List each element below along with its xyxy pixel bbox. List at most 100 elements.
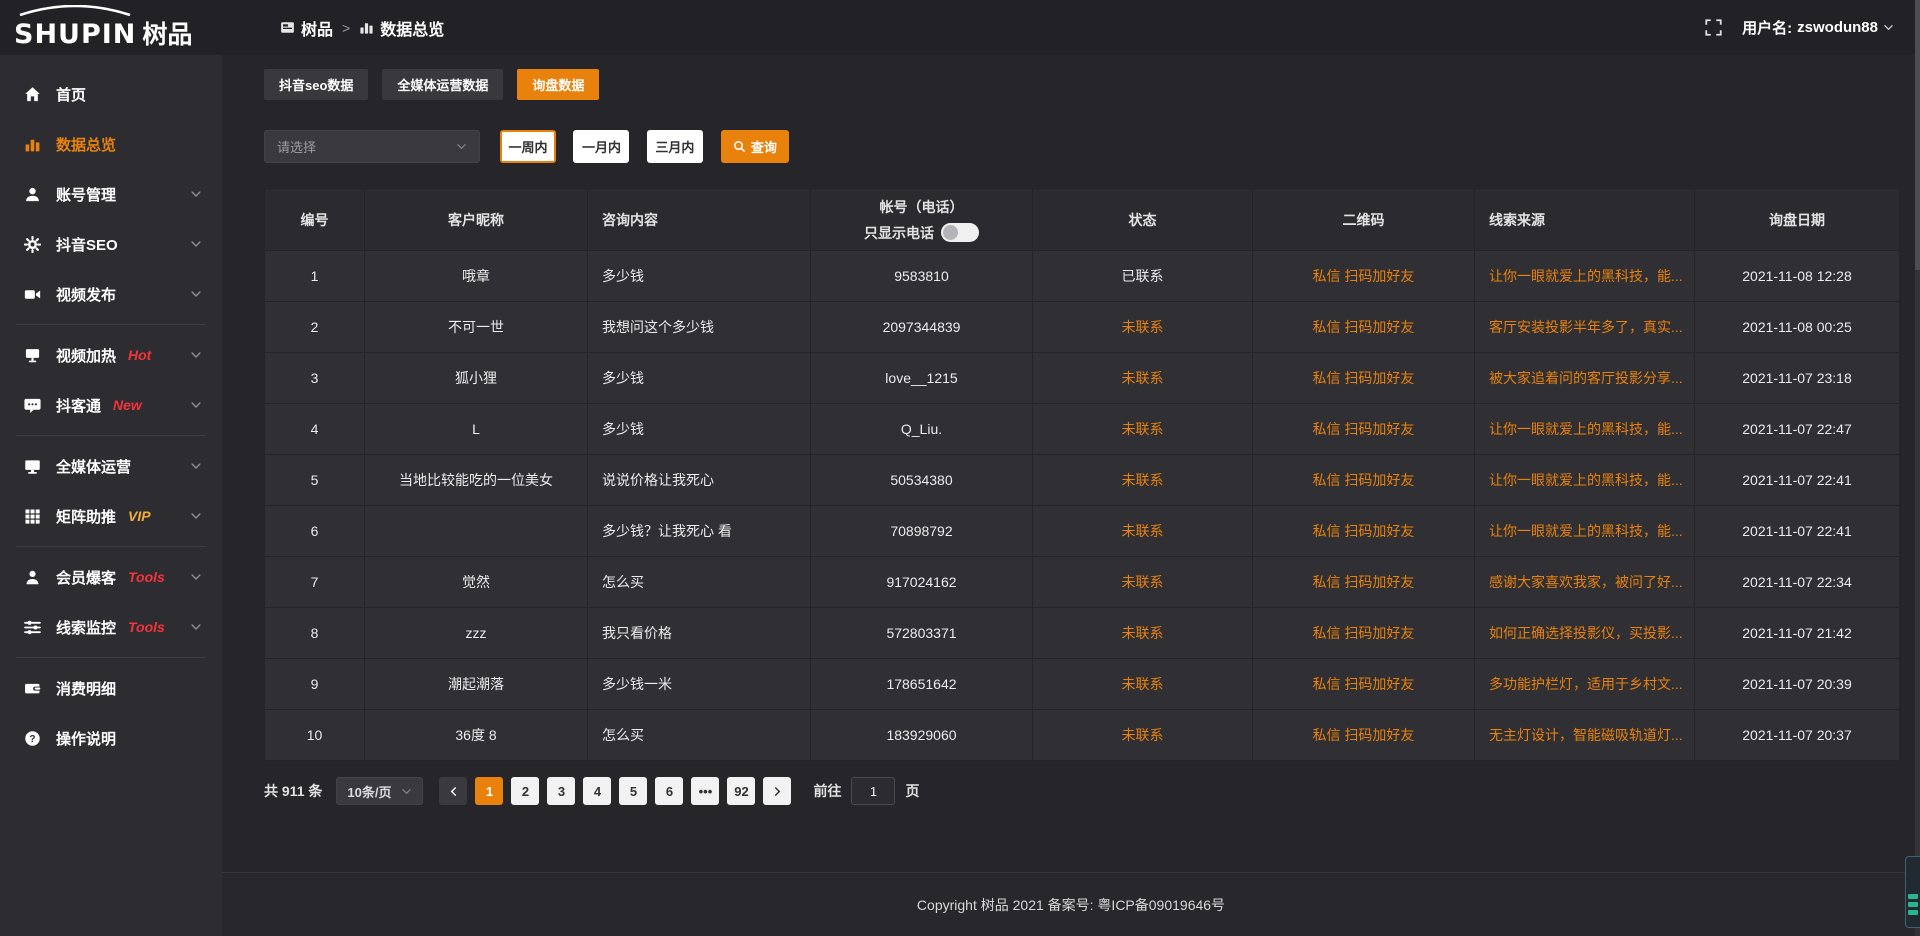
sidebar-item[interactable]: 抖音SEO bbox=[0, 219, 222, 269]
sidebar-item-badge: Tools bbox=[128, 619, 165, 635]
sidebar-item[interactable]: 数据总览 bbox=[0, 119, 222, 169]
member-icon bbox=[24, 569, 41, 586]
cell-status: 未联系 bbox=[1033, 404, 1253, 455]
sidebar-item[interactable]: 会员爆客 Tools bbox=[0, 552, 222, 602]
sidebar-divider bbox=[16, 324, 206, 325]
cell-content: 怎么买 bbox=[588, 557, 811, 608]
cell-content: 怎么买 bbox=[588, 710, 811, 761]
page-button[interactable]: 3 bbox=[547, 777, 575, 805]
app-root: SHUPIN 树品 首页 数据总览 bbox=[0, 0, 1920, 936]
filter-select[interactable]: 请选择 bbox=[264, 130, 480, 163]
qrcode-link[interactable]: 私信 扫码加好友 bbox=[1313, 421, 1415, 437]
source-link[interactable]: 如何正确选择投影仪，买投影... bbox=[1489, 625, 1683, 641]
source-link[interactable]: 让你一眼就爱上的黑科技，能... bbox=[1489, 523, 1683, 539]
date-range-button[interactable]: 一月内 bbox=[573, 130, 629, 163]
qrcode-link[interactable]: 私信 扫码加好友 bbox=[1313, 625, 1415, 641]
source-link[interactable]: 多功能护栏灯，适用于乡村文... bbox=[1489, 676, 1683, 692]
floating-widget[interactable] bbox=[1905, 856, 1920, 928]
qrcode-link[interactable]: 私信 扫码加好友 bbox=[1313, 268, 1415, 284]
source-link[interactable]: 客厅安装投影半年多了，真实... bbox=[1489, 319, 1683, 335]
cell-account: 9583810 bbox=[811, 251, 1033, 302]
user-menu[interactable]: 用户名: zswodun88 bbox=[1742, 17, 1894, 38]
sidebar-item-badge: New bbox=[113, 397, 142, 413]
chevron-down-icon bbox=[1883, 22, 1894, 33]
chevron-right-icon bbox=[772, 786, 783, 797]
qrcode-link[interactable]: 私信 扫码加好友 bbox=[1313, 370, 1415, 386]
goto-suffix: 页 bbox=[905, 781, 919, 801]
qrcode-link[interactable]: 私信 扫码加好友 bbox=[1313, 472, 1415, 488]
cell-nickname: 潮起潮落 bbox=[365, 659, 588, 710]
qrcode-link[interactable]: 私信 扫码加好友 bbox=[1313, 574, 1415, 590]
sidebar-item[interactable]: 抖客通 New bbox=[0, 380, 222, 430]
page-button[interactable]: 4 bbox=[583, 777, 611, 805]
wallet-icon bbox=[24, 680, 41, 697]
goto-page-input[interactable] bbox=[851, 777, 895, 805]
page-size-select[interactable]: 10条/页 bbox=[336, 777, 423, 805]
search-icon bbox=[733, 140, 746, 153]
monitor-icon bbox=[24, 458, 41, 475]
sidebar-item[interactable]: 线索监控 Tools bbox=[0, 602, 222, 652]
footer: Copyright 树品 2021 备案号: 粤ICP备09019646号 bbox=[222, 872, 1920, 936]
cell-status: 未联系 bbox=[1033, 506, 1253, 557]
date-range-button[interactable]: 一周内 bbox=[500, 130, 556, 163]
tab-button[interactable]: 抖音seo数据 bbox=[264, 69, 368, 100]
source-link[interactable]: 被大家追着问的客厅投影分享... bbox=[1489, 370, 1683, 386]
sidebar-item-badge: VIP bbox=[128, 508, 151, 524]
cell-status: 未联系 bbox=[1033, 455, 1253, 506]
cell-source: 让你一眼就爱上的黑科技，能... bbox=[1475, 404, 1695, 455]
source-link[interactable]: 无主灯设计，智能磁吸轨道灯... bbox=[1489, 727, 1683, 743]
source-link[interactable]: 让你一眼就爱上的黑科技，能... bbox=[1489, 268, 1683, 284]
cell-source: 感谢大家喜欢我家，被问了好... bbox=[1475, 557, 1695, 608]
page-button[interactable]: 2 bbox=[511, 777, 539, 805]
next-page-button[interactable] bbox=[763, 777, 791, 805]
sidebar-item[interactable]: ? 操作说明 bbox=[0, 713, 222, 763]
sidebar-item[interactable]: 视频加热 Hot bbox=[0, 330, 222, 380]
sidebar-item[interactable]: 消费明细 bbox=[0, 663, 222, 713]
page-button[interactable]: 5 bbox=[619, 777, 647, 805]
cell-qrcode: 私信 扫码加好友 bbox=[1253, 251, 1475, 302]
fullscreen-icon[interactable] bbox=[1705, 19, 1722, 36]
page-button[interactable]: 92 bbox=[727, 777, 755, 805]
cell-source: 让你一眼就爱上的黑科技，能... bbox=[1475, 506, 1695, 557]
cell-qrcode: 私信 扫码加好友 bbox=[1253, 608, 1475, 659]
sidebar-item[interactable]: 视频发布 bbox=[0, 269, 222, 319]
breadcrumb-current[interactable]: 数据总览 bbox=[359, 16, 444, 40]
sidebar-item[interactable]: 矩阵助推 VIP bbox=[0, 491, 222, 541]
cell-source: 如何正确选择投影仪，买投影... bbox=[1475, 608, 1695, 659]
qrcode-link[interactable]: 私信 扫码加好友 bbox=[1313, 523, 1415, 539]
cell-date: 2021-11-08 12:28 bbox=[1695, 251, 1900, 302]
sidebar-item-label: 数据总览 bbox=[56, 134, 116, 155]
prev-page-button[interactable] bbox=[439, 777, 467, 805]
cell-content: 多少钱 bbox=[588, 353, 811, 404]
tab-button[interactable]: 全媒体运营数据 bbox=[382, 69, 503, 100]
sidebar-item[interactable]: 首页 bbox=[0, 69, 222, 119]
chat-icon bbox=[24, 397, 41, 414]
sidebar-item-badge: Hot bbox=[128, 347, 151, 363]
sliders-icon bbox=[24, 619, 41, 636]
page-button[interactable]: 6 bbox=[655, 777, 683, 805]
cell-id: 2 bbox=[265, 302, 365, 353]
page-button[interactable]: 1 bbox=[475, 777, 503, 805]
qrcode-link[interactable]: 私信 扫码加好友 bbox=[1313, 676, 1415, 692]
date-range-button[interactable]: 三月内 bbox=[647, 130, 703, 163]
sidebar-item[interactable]: 全媒体运营 bbox=[0, 441, 222, 491]
table-body: 1 哦章 多少钱 9583810 已联系 私信 扫码加好友 让你一眼就爱上的黑科… bbox=[265, 251, 1900, 761]
page-scrollbar[interactable] bbox=[1915, 0, 1920, 936]
breadcrumb-home[interactable]: 树品 bbox=[280, 16, 333, 40]
source-link[interactable]: 让你一眼就爱上的黑科技，能... bbox=[1489, 421, 1683, 437]
sidebar-item[interactable]: 账号管理 bbox=[0, 169, 222, 219]
tab-button[interactable]: 询盘数据 bbox=[517, 69, 599, 100]
search-button[interactable]: 查询 bbox=[721, 130, 789, 163]
qrcode-link[interactable]: 私信 扫码加好友 bbox=[1313, 319, 1415, 335]
page-button[interactable]: ••• bbox=[691, 777, 719, 805]
qrcode-link[interactable]: 私信 扫码加好友 bbox=[1313, 727, 1415, 743]
cell-source: 让你一眼就爱上的黑科技，能... bbox=[1475, 455, 1695, 506]
source-link[interactable]: 让你一眼就爱上的黑科技，能... bbox=[1489, 472, 1683, 488]
cell-id: 6 bbox=[265, 506, 365, 557]
brand-logo[interactable]: SHUPIN 树品 bbox=[0, 0, 222, 55]
table-row: 4 L 多少钱 Q_Liu. 未联系 私信 扫码加好友 让你一眼就爱上的黑科技，… bbox=[265, 404, 1900, 455]
phone-only-toggle[interactable] bbox=[941, 223, 979, 242]
cell-nickname: 狐小狸 bbox=[365, 353, 588, 404]
sidebar-item-badge: Tools bbox=[128, 569, 165, 585]
source-link[interactable]: 感谢大家喜欢我家，被问了好... bbox=[1489, 574, 1683, 590]
